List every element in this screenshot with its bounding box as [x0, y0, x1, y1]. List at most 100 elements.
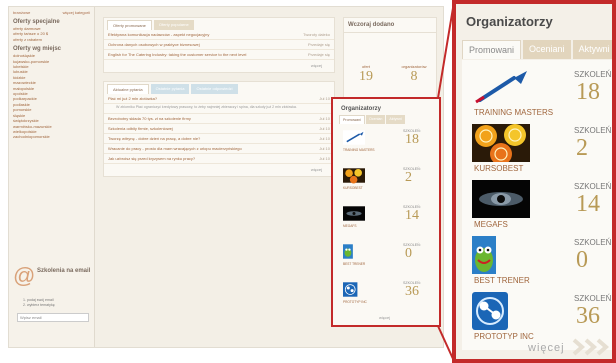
offer-meta: Tworoty daleko	[303, 32, 330, 37]
more-categories-link[interactable]: więcej kategorii	[63, 10, 90, 15]
question-title[interactable]: Płać mi już 2 mln złotówka?	[108, 96, 157, 101]
organizers-box-tabs: Promowani Ocenian Aktywni	[339, 115, 437, 124]
tab-promoted[interactable]: Promowani	[339, 115, 365, 124]
organizer-name[interactable]: BEST TRENER	[474, 276, 530, 285]
question-row[interactable]: Wracanie do pracy - prosto dla mam wraca…	[104, 144, 334, 154]
organizer-item-small[interactable]: MEGAFS SZKOLEŃ: 14	[343, 205, 433, 231]
tab-promoted[interactable]: Promowani	[462, 40, 522, 59]
tab-rated[interactable]: Ocenian	[365, 115, 386, 124]
tab-latest-answers[interactable]: Ostatnie odpowiedzi	[191, 84, 238, 94]
page-screenshot: branżowe więcej kategorii Oferty specjal…	[8, 6, 444, 348]
organizer-item-small[interactable]: KURSOBEST SZKOLEŃ: 2	[343, 167, 433, 193]
sidebar-category-label: branżowe	[13, 10, 31, 15]
tab-current-questions[interactable]: Aktualne pytania	[107, 84, 149, 94]
region-link[interactable]: zachodniopomorskie	[13, 134, 90, 139]
offer-title[interactable]: English for The Catering Industry: takin…	[108, 52, 246, 57]
organizer-name[interactable]: PROTOTYP INC	[343, 300, 367, 304]
question-date: Jul 10	[319, 125, 330, 131]
added-yesterday-box: Wczoraj dodano ofert 19 organizatorów 8	[343, 17, 437, 103]
courses-count: 2	[405, 170, 412, 185]
question-title[interactable]: Wracanie do pracy - prosto dla mam wraca…	[108, 146, 242, 151]
organizer-item[interactable]: BEST TRENER SZKOLEŃ: 0	[466, 230, 612, 286]
email-input[interactable]: Wpisz email	[17, 313, 89, 322]
question-row[interactable]: Jak uzbroisz się przed kryzysem na rynku…	[104, 154, 334, 164]
tab-promoted-offers[interactable]: Oferty promowane	[107, 20, 152, 30]
offers-tabs: Oferty promowane Oferty popularne	[104, 18, 334, 30]
organizer-name[interactable]: KURSOBEST	[343, 186, 363, 190]
promo-step: 1. podaj swój email	[23, 298, 54, 302]
organizer-item[interactable]: MEGAFS SZKOLEŃ: 14	[466, 174, 612, 230]
courses-count: 14	[576, 191, 600, 217]
organizers-tabs: Promowani Oceniani Aktywni	[462, 40, 612, 59]
question-date: Jul 10	[319, 135, 330, 141]
organizer-name[interactable]: BEST TRENER	[343, 262, 365, 266]
question-date: Jul 10	[319, 115, 330, 121]
courses-label: SZKOLEŃ:	[574, 238, 614, 247]
question-row[interactable]: Bezrobotny składa 70 tys. zł na szkoleni…	[104, 114, 334, 124]
sidebar-top: branżowe więcej kategorii	[13, 10, 90, 15]
courses-label: SZKOLEŃ:	[574, 182, 614, 191]
organizer-name[interactable]: MEGAFS	[474, 220, 508, 229]
question-title[interactable]: Tworzę witrynę - dobre dzień na pracę, a…	[108, 136, 200, 141]
organizer-name[interactable]: MEGAFS	[343, 224, 356, 228]
question-title[interactable]: Bezrobotny składa 70 tys. zł na szkoleni…	[108, 116, 191, 121]
eye-icon	[472, 180, 530, 218]
offer-row[interactable]: Efektywna komunikacja nadawców - aspekt …	[104, 30, 334, 40]
question-date: Jul 10	[319, 145, 330, 151]
organizer-name[interactable]: PROTOTYP INC	[474, 332, 534, 341]
chevron-right-icon[interactable]	[572, 338, 612, 356]
question-row[interactable]: Płać mi już 2 mln złotówka? Jul 10	[104, 94, 334, 104]
offer-meta: Przedaje się	[307, 52, 330, 57]
organizer-item-small[interactable]: TRAINING MASTERS SZKOLEŃ: 18	[343, 129, 433, 155]
question-excerpt: W zbiorniku Płać ograniczyć kredytowy pr…	[104, 104, 334, 114]
organizer-item-small[interactable]: BEST TRENER SZKOLEŃ: 0	[343, 243, 433, 269]
organizer-name[interactable]: TRAINING MASTERS	[474, 108, 553, 117]
tab-popular-offers[interactable]: Oferty popularne	[153, 20, 194, 30]
courses-count: 36	[405, 284, 419, 299]
questions-more-link[interactable]: więcej	[104, 164, 334, 176]
promo-title: Szkolenia na email	[37, 268, 91, 274]
offers-by-place-heading: Oferty wg miejsc	[13, 46, 62, 53]
organizer-item-small[interactable]: PROTOTYP INC SZKOLEŃ: 36	[343, 281, 433, 307]
questions-tabs: Aktualne pytania Ostatnie pytania Ostatn…	[104, 82, 334, 94]
courses-label: SZKOLEŃ:	[574, 70, 614, 79]
organizer-name[interactable]: TRAINING MASTERS	[343, 148, 375, 152]
organizer-item[interactable]: PROTOTYP INC SZKOLEŃ: 36	[466, 286, 612, 342]
molecule-icon	[343, 282, 358, 297]
organizers-more-link[interactable]: więcej	[379, 315, 390, 320]
special-offers-list: oferty darmowe oferty tańsze o 20 $ ofer…	[13, 26, 90, 42]
organizer-item[interactable]: KURSOBEST SZKOLEŃ: 2	[466, 118, 612, 174]
offer-row[interactable]: English for The Catering Industry: takin…	[104, 50, 334, 60]
offers-panel: Oferty promowane Oferty popularne Efekty…	[103, 17, 335, 73]
question-title[interactable]: Jak uzbroisz się przed kryzysem na rynku…	[108, 156, 195, 161]
sidebar: branżowe więcej kategorii Oferty specjal…	[9, 7, 95, 347]
offer-row[interactable]: Ochrona danych osobowych w praktyce bizn…	[104, 40, 334, 50]
offer-title[interactable]: Ochrona danych osobowych w praktyce bizn…	[108, 42, 200, 47]
offers-more-link[interactable]: więcej	[104, 60, 334, 72]
organizers-more-link[interactable]: więcej	[528, 342, 565, 354]
question-date: Jul 10	[319, 155, 330, 161]
question-row[interactable]: Szkolenia odbiły firmie, szkoleniowej Ju…	[104, 124, 334, 134]
tab-active[interactable]: Aktywni	[386, 115, 405, 124]
dart-icon	[472, 68, 530, 106]
tab-active[interactable]: Aktywni	[572, 40, 612, 59]
courses-count: 0	[405, 246, 412, 261]
offer-title[interactable]: Efektywna komunikacja nadawców - aspekt …	[108, 32, 209, 37]
sidebar-link[interactable]: oferty z rabatem	[13, 37, 90, 42]
tab-rated[interactable]: Oceniani	[523, 40, 571, 59]
question-date: Jul 10	[319, 96, 330, 101]
offers-count: ofert 19	[346, 64, 386, 85]
main-content: Oferty promowane Oferty popularne Efekty…	[103, 17, 335, 185]
citrus-icon	[343, 168, 365, 184]
organizer-item[interactable]: TRAINING MASTERS SZKOLEŃ: 18	[466, 62, 612, 118]
at-sign-icon: @	[13, 263, 36, 288]
organizer-name[interactable]: KURSOBEST	[474, 164, 523, 173]
tab-latest-questions[interactable]: Ostatnie pytania	[150, 84, 190, 94]
organizers-box-highlight: Organizatorzy Promowani Ocenian Aktywni …	[331, 97, 441, 327]
question-title[interactable]: Szkolenia odbiły firmie, szkoleniowej	[108, 126, 173, 131]
added-yesterday-title: Wczoraj dodano	[344, 18, 436, 33]
courses-count: 0	[576, 247, 588, 273]
courses-count: 14	[405, 208, 419, 223]
offer-meta: Przedaje się	[307, 42, 330, 47]
question-row[interactable]: Tworzę witrynę - dobre dzień na pracę, a…	[104, 134, 334, 144]
